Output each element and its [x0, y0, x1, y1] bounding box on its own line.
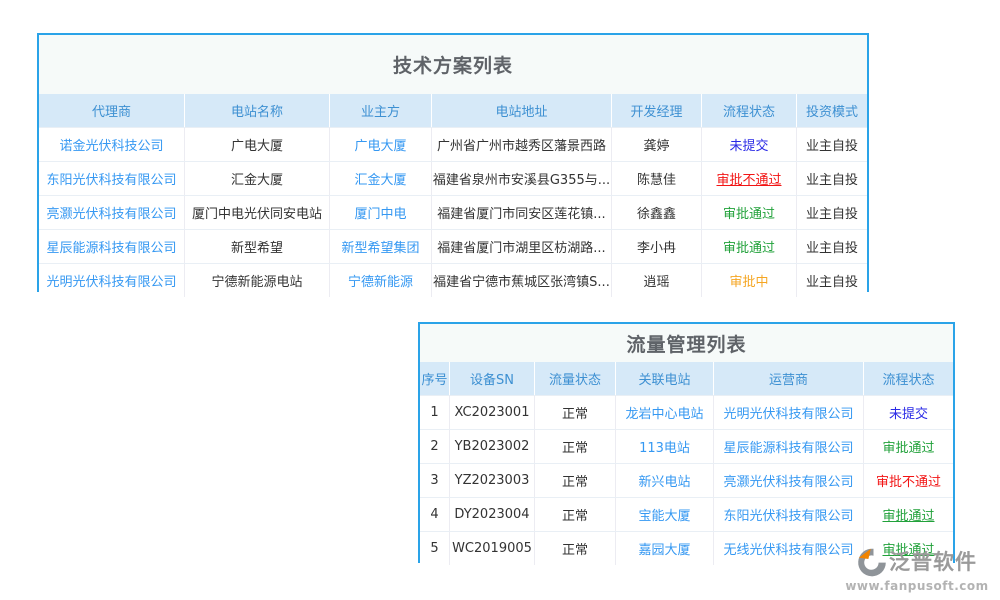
- col-header-operator: 运营商: [714, 362, 864, 395]
- dev-manager: 徐鑫鑫: [612, 196, 702, 229]
- col-header-device-sn: 设备SN: [450, 362, 535, 395]
- operator-link[interactable]: 星辰能源科技有限公司: [714, 430, 864, 463]
- col-header-flow-status: 流程状态: [864, 362, 953, 395]
- dev-manager: 李小冉: [612, 230, 702, 263]
- agent-link[interactable]: 东阳光伏科技有限公司: [39, 162, 185, 195]
- table-row: 东阳光伏科技有限公司 汇金大厦 汇金大厦 福建省泉州市安溪县G355与... 陈…: [39, 161, 867, 195]
- col-header-dev-manager: 开发经理: [612, 94, 702, 127]
- table-row: 2 YB2023002 正常 113电站 星辰能源科技有限公司 审批通过: [420, 429, 953, 463]
- invest-mode: 业主自投: [797, 196, 867, 229]
- operator-link[interactable]: 东阳光伏科技有限公司: [714, 498, 864, 531]
- table-row: 亮灏光伏科技有限公司 厦门中电光伏同安电站 厦门中电 福建省厦门市同安区莲花镇.…: [39, 195, 867, 229]
- flow-status[interactable]: 未提交: [702, 128, 797, 161]
- fanpu-watermark: 泛普软件 www.fanpusoft.com: [842, 547, 992, 592]
- linked-station-link[interactable]: 嘉园大厦: [616, 532, 714, 565]
- flow-status[interactable]: 审批不通过: [702, 162, 797, 195]
- table-row: 1 XC2023001 正常 龙岩中心电站 光明光伏科技有限公司 未提交: [420, 395, 953, 429]
- flow-management-title: 流量管理列表: [420, 324, 953, 362]
- tech-plan-title: 技术方案列表: [39, 35, 867, 94]
- device-sn: WC2019005: [450, 532, 535, 565]
- owner-link[interactable]: 新型希望集团: [330, 230, 432, 263]
- station-name: 汇金大厦: [185, 162, 330, 195]
- col-header-flow-state: 流量状态: [535, 362, 616, 395]
- fanpu-url-link[interactable]: www.fanpusoft.com: [842, 580, 992, 592]
- flow-state: 正常: [535, 396, 616, 429]
- flow-state: 正常: [535, 532, 616, 565]
- station-name: 广电大厦: [185, 128, 330, 161]
- col-header-station-address: 电站地址: [432, 94, 612, 127]
- col-header-invest-mode: 投资模式: [797, 94, 867, 127]
- col-header-owner: 业主方: [330, 94, 432, 127]
- station-address: 福建省泉州市安溪县G355与...: [432, 162, 612, 195]
- row-index: 3: [420, 464, 450, 497]
- device-sn: YB2023002: [450, 430, 535, 463]
- tech-plan-panel: 技术方案列表 代理商 电站名称 业主方 电站地址 开发经理 流程状态 投资模式 …: [37, 33, 869, 292]
- fanpu-brand-text: 泛普软件: [889, 552, 977, 573]
- invest-mode: 业主自投: [797, 128, 867, 161]
- table-row: 3 YZ2023003 正常 新兴电站 亮灏光伏科技有限公司 审批不通过: [420, 463, 953, 497]
- station-name: 厦门中电光伏同安电站: [185, 196, 330, 229]
- flow-state: 正常: [535, 498, 616, 531]
- row-index: 5: [420, 532, 450, 565]
- col-header-agent: 代理商: [39, 94, 185, 127]
- flow-status[interactable]: 审批通过: [864, 498, 953, 531]
- owner-link[interactable]: 广电大厦: [330, 128, 432, 161]
- invest-mode: 业主自投: [797, 162, 867, 195]
- operator-link[interactable]: 亮灏光伏科技有限公司: [714, 464, 864, 497]
- col-header-linked-station: 关联电站: [616, 362, 714, 395]
- flow-management-panel: 流量管理列表 序号 设备SN 流量状态 关联电站 运营商 流程状态 1 XC20…: [418, 322, 955, 563]
- station-name: 新型希望: [185, 230, 330, 263]
- table-row: 星辰能源科技有限公司 新型希望 新型希望集团 福建省厦门市湖里区枋湖路... 李…: [39, 229, 867, 263]
- station-address: 广州省广州市越秀区藩景西路: [432, 128, 612, 161]
- fanpu-logo-icon: [857, 547, 887, 577]
- flow-status[interactable]: 审批通过: [702, 196, 797, 229]
- flow-state: 正常: [535, 464, 616, 497]
- owner-link[interactable]: 汇金大厦: [330, 162, 432, 195]
- owner-link[interactable]: 厦门中电: [330, 196, 432, 229]
- flow-status[interactable]: 审批通过: [864, 430, 953, 463]
- flow-status[interactable]: 审批通过: [702, 230, 797, 263]
- agent-link[interactable]: 亮灏光伏科技有限公司: [39, 196, 185, 229]
- flow-status[interactable]: 审批不通过: [864, 464, 953, 497]
- flow-status[interactable]: 审批中: [702, 264, 797, 297]
- operator-link[interactable]: 光明光伏科技有限公司: [714, 396, 864, 429]
- table-row: 光明光伏科技有限公司 宁德新能源电站 宁德新能源 福建省宁德市蕉城区张湾镇S..…: [39, 263, 867, 297]
- device-sn: DY2023004: [450, 498, 535, 531]
- station-address: 福建省厦门市同安区莲花镇...: [432, 196, 612, 229]
- row-index: 2: [420, 430, 450, 463]
- agent-link[interactable]: 光明光伏科技有限公司: [39, 264, 185, 297]
- col-header-station-name: 电站名称: [185, 94, 330, 127]
- invest-mode: 业主自投: [797, 264, 867, 297]
- flow-state: 正常: [535, 430, 616, 463]
- invest-mode: 业主自投: [797, 230, 867, 263]
- dev-manager: 龚婷: [612, 128, 702, 161]
- station-address: 福建省宁德市蕉城区张湾镇S...: [432, 264, 612, 297]
- station-name: 宁德新能源电站: [185, 264, 330, 297]
- flow-header-row: 序号 设备SN 流量状态 关联电站 运营商 流程状态: [420, 362, 953, 395]
- row-index: 4: [420, 498, 450, 531]
- col-header-index: 序号: [420, 362, 450, 395]
- station-address: 福建省厦门市湖里区枋湖路...: [432, 230, 612, 263]
- linked-station-link[interactable]: 宝能大厦: [616, 498, 714, 531]
- col-header-flow-status: 流程状态: [702, 94, 797, 127]
- linked-station-link[interactable]: 新兴电站: [616, 464, 714, 497]
- dev-manager: 逍瑶: [612, 264, 702, 297]
- linked-station-link[interactable]: 113电站: [616, 430, 714, 463]
- flow-status[interactable]: 未提交: [864, 396, 953, 429]
- table-row: 诺金光伏科技公司 广电大厦 广电大厦 广州省广州市越秀区藩景西路 龚婷 未提交 …: [39, 127, 867, 161]
- owner-link[interactable]: 宁德新能源: [330, 264, 432, 297]
- tech-plan-header-row: 代理商 电站名称 业主方 电站地址 开发经理 流程状态 投资模式: [39, 94, 867, 127]
- device-sn: YZ2023003: [450, 464, 535, 497]
- device-sn: XC2023001: [450, 396, 535, 429]
- agent-link[interactable]: 星辰能源科技有限公司: [39, 230, 185, 263]
- row-index: 1: [420, 396, 450, 429]
- linked-station-link[interactable]: 龙岩中心电站: [616, 396, 714, 429]
- table-row: 4 DY2023004 正常 宝能大厦 东阳光伏科技有限公司 审批通过: [420, 497, 953, 531]
- dev-manager: 陈慧佳: [612, 162, 702, 195]
- agent-link[interactable]: 诺金光伏科技公司: [39, 128, 185, 161]
